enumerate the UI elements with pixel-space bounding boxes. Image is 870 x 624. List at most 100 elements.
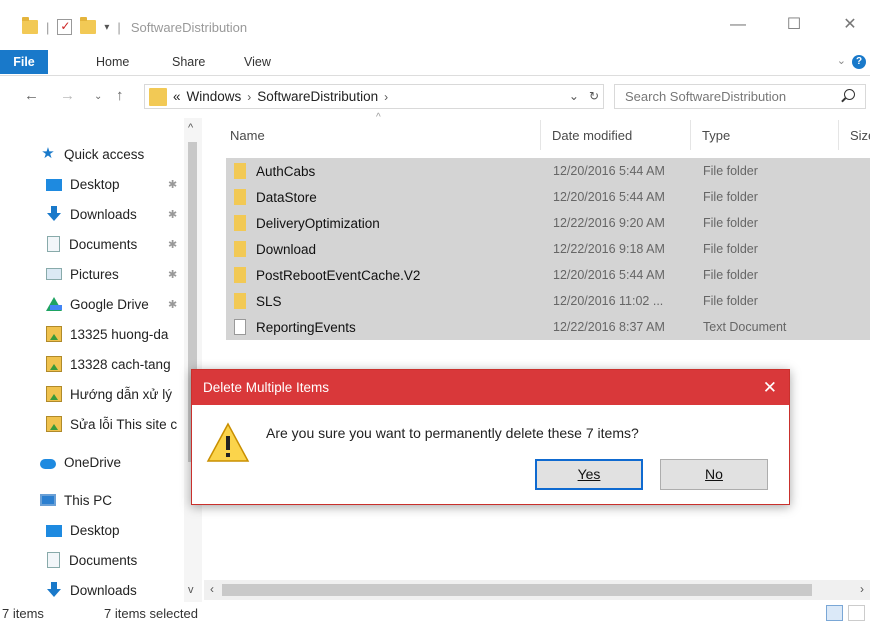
expand-ribbon-icon[interactable]: ⌄	[837, 54, 846, 67]
help-icon[interactable]: ?	[852, 55, 866, 69]
documents-icon	[47, 236, 60, 252]
file-row[interactable]: PostRebootEventCache.V2 12/20/2016 5:44 …	[226, 262, 870, 288]
scrollbar-thumb[interactable]	[222, 584, 812, 596]
file-date: 12/20/2016 5:44 AM	[553, 190, 665, 204]
nav-item-sua-loi[interactable]: Sửa lỗi This site c	[46, 412, 184, 436]
file-type: File folder	[703, 190, 758, 204]
maximize-button[interactable]: ☐	[774, 12, 814, 38]
nav-onedrive[interactable]: OneDrive	[40, 450, 121, 474]
file-type: Text Document	[703, 320, 787, 334]
breadcrumb-windows[interactable]: Windows	[187, 89, 242, 104]
file-name: AuthCabs	[256, 163, 316, 179]
dialog-close-icon[interactable]: ✕	[763, 370, 777, 405]
nav-pc-desktop[interactable]: Desktop	[46, 518, 120, 542]
file-name: PostRebootEventCache.V2	[256, 267, 421, 283]
documents-icon	[47, 552, 60, 568]
column-header-date[interactable]: Date modified	[552, 128, 632, 143]
no-button[interactable]: No	[660, 459, 768, 490]
large-icons-view-icon[interactable]	[848, 605, 865, 621]
folder-icon	[234, 267, 246, 283]
breadcrumb-softwaredistribution[interactable]: SoftwareDistribution	[257, 89, 378, 104]
refresh-icon[interactable]: ↻	[589, 89, 599, 103]
file-row[interactable]: DeliveryOptimization 12/22/2016 9:20 AM …	[226, 210, 870, 236]
horizontal-scrollbar[interactable]: ‹ ›	[204, 580, 870, 600]
file-type: File folder	[703, 268, 758, 282]
address-dropdown-icon[interactable]: ⌄	[569, 89, 579, 103]
nav-pc-documents[interactable]: Documents	[46, 548, 137, 572]
search-icon[interactable]	[844, 89, 855, 100]
navigation-bar: ← → ⌄ ↑ « Windows › SoftwareDistribution…	[0, 82, 870, 112]
tab-view[interactable]: View	[244, 50, 271, 74]
close-button[interactable]: ✕	[830, 12, 870, 38]
sort-ascending-icon: ^	[376, 112, 381, 123]
new-folder-icon[interactable]	[80, 17, 97, 34]
nav-item-pictures[interactable]: Pictures	[46, 262, 119, 286]
tab-home[interactable]: Home	[96, 50, 129, 74]
file-row[interactable]: SLS 12/20/2016 11:02 ... File folder	[226, 288, 870, 314]
image-folder-icon	[46, 386, 62, 402]
search-input[interactable]: Search SoftwareDistribution	[614, 84, 866, 109]
forward-icon[interactable]: →	[60, 87, 75, 104]
chevron-right-icon[interactable]: ›	[247, 90, 251, 104]
folder-icon	[234, 215, 246, 231]
desktop-icon	[46, 525, 62, 537]
nav-item-13325[interactable]: 13325 huong-da	[46, 322, 184, 346]
nav-item-downloads[interactable]: Downloads	[46, 202, 137, 226]
file-row[interactable]: AuthCabs 12/20/2016 5:44 AM File folder	[226, 158, 870, 184]
yes-button[interactable]: Yes	[535, 459, 643, 490]
column-header-size[interactable]: Size	[850, 128, 870, 143]
nav-item-google-drive[interactable]: Google Drive	[46, 292, 149, 316]
breadcrumb-overflow[interactable]: «	[173, 89, 181, 104]
address-bar[interactable]: « Windows › SoftwareDistribution › ⌄ ↻	[144, 84, 604, 109]
no-button-label: No	[705, 466, 723, 482]
scroll-left-icon[interactable]: ‹	[210, 582, 214, 596]
status-bar: 7 items 7 items selected	[0, 602, 870, 624]
customize-toolbar-icon[interactable]: ▾	[104, 22, 109, 33]
column-divider[interactable]	[838, 120, 839, 150]
back-icon[interactable]: ←	[24, 87, 39, 104]
column-divider[interactable]	[540, 120, 541, 150]
yes-button-label: Yes	[577, 466, 601, 482]
column-header-name[interactable]: Name	[230, 128, 265, 143]
dialog-title: Delete Multiple Items	[203, 380, 330, 395]
scroll-up-icon[interactable]: ^	[188, 122, 193, 134]
pin-icon: ✱	[168, 299, 178, 311]
nav-label: Documents	[69, 552, 138, 568]
details-view-icon[interactable]	[826, 605, 843, 621]
recent-locations-icon[interactable]: ⌄	[94, 91, 102, 102]
onedrive-icon	[40, 459, 56, 469]
column-divider[interactable]	[690, 120, 691, 150]
nav-item-13328[interactable]: 13328 cach-tang	[46, 352, 184, 376]
nav-this-pc[interactable]: This PC	[40, 488, 112, 512]
dialog-message: Are you sure you want to permanently del…	[266, 425, 639, 441]
nav-label: Sửa lỗi This site c	[70, 416, 178, 432]
nav-pc-downloads[interactable]: Downloads	[46, 578, 137, 602]
file-row[interactable]: DataStore 12/20/2016 5:44 AM File folder	[226, 184, 870, 210]
nav-scrollbar[interactable]: ^ v	[184, 118, 202, 602]
scroll-down-icon[interactable]: v	[188, 584, 194, 596]
file-row[interactable]: Download 12/22/2016 9:18 AM File folder	[226, 236, 870, 262]
properties-icon[interactable]	[57, 19, 73, 35]
tab-file[interactable]: File	[0, 50, 48, 74]
ribbon-tabs: File Home Share View ⌄ ?	[0, 50, 870, 76]
minimize-button[interactable]: —	[718, 12, 758, 38]
nav-label: OneDrive	[64, 454, 122, 470]
scroll-right-icon[interactable]: ›	[860, 582, 864, 596]
nav-item-huong-dan[interactable]: Hướng dẫn xử lý	[46, 382, 184, 406]
tab-share[interactable]: Share	[172, 50, 205, 74]
pictures-icon	[46, 268, 62, 280]
nav-quick-access[interactable]: ★ Quick access	[40, 142, 144, 166]
nav-label: This PC	[64, 492, 113, 508]
chevron-right-icon[interactable]: ›	[384, 90, 388, 104]
nav-item-documents[interactable]: Documents	[46, 232, 137, 256]
file-name: Download	[256, 241, 317, 257]
file-date: 12/20/2016 5:44 AM	[553, 268, 665, 282]
nav-label: Quick access	[64, 146, 145, 162]
folder-icon	[234, 163, 246, 179]
file-row[interactable]: ReportingEvents 12/22/2016 8:37 AM Text …	[226, 314, 870, 340]
column-header-type[interactable]: Type	[702, 128, 730, 143]
address-actions: ⌄ ↻	[569, 89, 599, 103]
up-icon[interactable]: ↑	[116, 87, 124, 104]
nav-item-desktop[interactable]: Desktop	[46, 172, 120, 196]
folder-icon[interactable]	[22, 17, 38, 34]
